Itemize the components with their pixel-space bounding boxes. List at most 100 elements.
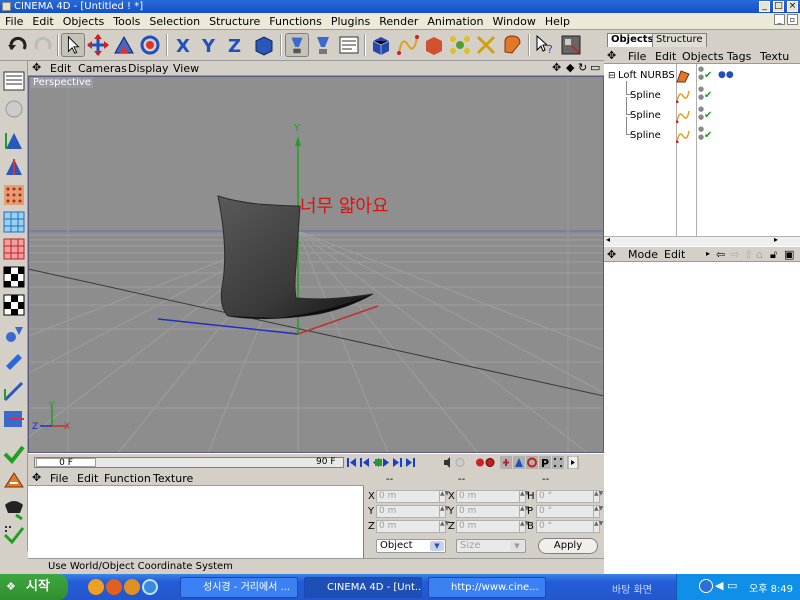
play-icon[interactable]: [375, 459, 382, 466]
tray-network-icon[interactable]: [699, 579, 713, 593]
material-menu-file[interactable]: File: [50, 472, 68, 485]
task-cinema4d[interactable]: CINEMA 4D - [Unt...: [304, 577, 422, 598]
object-horizontal-scrollbar[interactable]: ◂ ▸: [604, 235, 800, 246]
animation-mode-icon[interactable]: [2, 323, 26, 347]
enable-check-icon[interactable]: ✔: [704, 127, 712, 145]
size-mode-select[interactable]: Size ▼: [456, 539, 526, 553]
menu-functions[interactable]: Functions: [264, 13, 326, 28]
desktop-toolbar-label[interactable]: 바탕 화면: [612, 581, 652, 596]
use-object-axis-icon[interactable]: [2, 129, 26, 153]
layout-icon[interactable]: [559, 33, 583, 57]
menu-tools[interactable]: Tools: [108, 13, 144, 28]
record-icon[interactable]: [476, 458, 484, 467]
object-menu-file[interactable]: File: [628, 50, 646, 63]
attribute-back-icon[interactable]: ⇦: [716, 248, 725, 261]
enable-check-icon[interactable]: ✔: [704, 87, 712, 105]
enable-check-icon[interactable]: ✔: [704, 67, 712, 85]
viewport-zoom-icon[interactable]: ◆: [566, 61, 574, 74]
viewport-maximize-icon[interactable]: ▭: [590, 61, 600, 74]
rotate-icon[interactable]: [138, 33, 162, 57]
size-z-field[interactable]: 0 m ▲▼: [456, 520, 529, 533]
tab-objects[interactable]: Objects: [607, 33, 658, 47]
attribute-expand-icon[interactable]: ▸: [706, 249, 710, 258]
material-manager-area[interactable]: [28, 486, 364, 558]
attribute-new-window-icon[interactable]: ▣: [784, 248, 794, 261]
scroll-left-icon[interactable]: ◂: [606, 235, 610, 244]
material-menu-function[interactable]: Function: [104, 472, 151, 485]
cube-primitive-icon[interactable]: [369, 33, 393, 57]
tree-item-loft-nurbs[interactable]: ⊟ Loft NURBS ● ● ✔ ●●: [604, 65, 800, 85]
start-button[interactable]: ❖ 시작: [0, 574, 68, 600]
attribute-forward-icon[interactable]: ⇨: [730, 248, 739, 261]
tree-item-spline-1[interactable]: Spline ● ● ✔: [604, 81, 800, 105]
inverse-kinematics-icon[interactable]: [2, 350, 26, 374]
scroll-right-icon[interactable]: ▸: [774, 235, 778, 244]
quicklaunch-sun-icon[interactable]: [88, 579, 104, 595]
next-key-icon[interactable]: [393, 458, 402, 467]
use-texture-tool-icon[interactable]: [2, 155, 26, 179]
sound-icon[interactable]: [444, 457, 450, 468]
task-browser[interactable]: http://www.cine...: [428, 577, 546, 598]
attribute-up-icon[interactable]: ⇧: [744, 248, 753, 261]
y-axis-lock-icon[interactable]: Y: [198, 33, 222, 57]
menu-help[interactable]: Help: [540, 13, 574, 28]
next-frame-icon[interactable]: [383, 458, 389, 467]
timeline-current-frame[interactable]: 0 F: [36, 458, 96, 468]
object-menu-tags[interactable]: Tags: [727, 50, 751, 63]
timeline-slider[interactable]: 0 F: [34, 457, 344, 468]
render-picture-viewer-icon[interactable]: [337, 33, 361, 57]
spline-icon[interactable]: [396, 33, 420, 57]
object-move-icon[interactable]: ✥: [607, 49, 616, 62]
rot-p-field[interactable]: 0 ° ▲▼: [536, 505, 603, 518]
quicklaunch-media-icon[interactable]: [124, 579, 140, 595]
pos-y-field[interactable]: 0 m ▲▼: [376, 505, 449, 518]
quicklaunch-ie-icon[interactable]: [142, 579, 158, 595]
x-axis-lock-icon[interactable]: X: [172, 33, 196, 57]
material-menu-texture[interactable]: Texture: [153, 472, 193, 485]
apply-button[interactable]: Apply: [538, 538, 598, 554]
tweak-icon[interactable]: [2, 497, 26, 521]
material-menu-edit[interactable]: Edit: [77, 472, 98, 485]
coordinate-mode-select[interactable]: Object ▼: [376, 539, 446, 553]
tab-structure[interactable]: Structure: [652, 33, 707, 47]
minimize-button[interactable]: _: [759, 1, 770, 12]
viewport-move-icon[interactable]: ✥: [32, 61, 41, 74]
world-coordinate-icon[interactable]: [252, 33, 276, 57]
previous-key-icon[interactable]: [360, 458, 369, 467]
attribute-menu-mode[interactable]: Mode: [628, 248, 658, 261]
rot-b-field[interactable]: 0 ° ▲▼: [536, 520, 603, 533]
enable-check-icon[interactable]: ✔: [704, 107, 712, 125]
perspective-viewport[interactable]: 너무 얇아요 Y Y Z X Perspective: [28, 76, 604, 453]
attribute-menu-edit[interactable]: Edit: [664, 248, 685, 261]
rot-h-field[interactable]: 0 ° ▲▼: [536, 490, 603, 503]
redo-icon[interactable]: [31, 33, 55, 57]
collapse-icon[interactable]: ⊟: [608, 67, 616, 85]
workplane-icon[interactable]: [2, 407, 26, 431]
menu-structure[interactable]: Structure: [204, 13, 264, 28]
use-object-tool-icon[interactable]: [2, 97, 26, 121]
nurbs-icon[interactable]: [422, 33, 446, 57]
maximize-button[interactable]: □: [773, 1, 784, 12]
tree-item-spline-2[interactable]: Spline ● ● ✔: [604, 97, 800, 125]
select-arrow-icon[interactable]: [61, 33, 85, 57]
tray-clock[interactable]: 오후 8:49: [749, 580, 793, 595]
use-polygon-tool-icon[interactable]: [2, 237, 26, 261]
snap-icon[interactable]: [2, 379, 26, 403]
menu-objects[interactable]: Objects: [58, 13, 109, 28]
size-y-field[interactable]: 0 m ▲▼: [456, 505, 529, 518]
deformer-icon[interactable]: [474, 33, 498, 57]
menu-edit[interactable]: Edit: [27, 13, 57, 28]
object-menu-edit[interactable]: Edit: [655, 50, 676, 63]
viewport-menu-view[interactable]: View: [173, 62, 199, 75]
use-point-tool-icon[interactable]: [2, 183, 26, 207]
attribute-lock-icon[interactable]: 🔓︎: [770, 248, 777, 262]
help-pointer-icon[interactable]: ?: [533, 33, 557, 57]
tray-display-icon[interactable]: ▭: [727, 579, 737, 592]
use-edge-tool-icon[interactable]: [2, 210, 26, 234]
make-editable-icon[interactable]: [2, 469, 26, 493]
menu-selection[interactable]: Selection: [144, 13, 204, 28]
doc-minimize-icon[interactable]: _: [774, 14, 785, 25]
viewport-pan-icon[interactable]: ✥: [552, 61, 561, 74]
object-menu-objects[interactable]: Objects: [682, 50, 724, 63]
object-menu-textures[interactable]: Textu: [760, 50, 789, 63]
